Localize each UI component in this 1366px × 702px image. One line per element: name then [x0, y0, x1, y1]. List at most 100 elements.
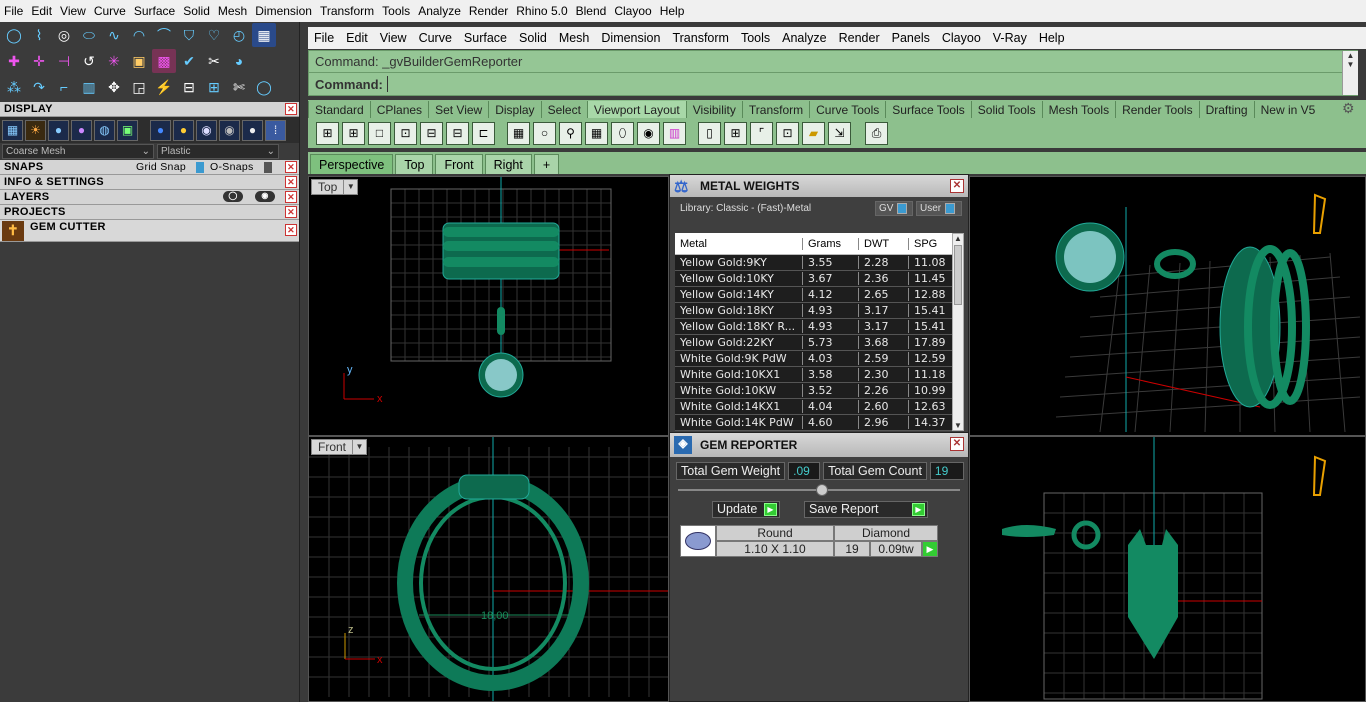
ellipse-icon[interactable]: ⬯	[611, 121, 634, 145]
rhino-menu-file[interactable]: File	[308, 31, 340, 45]
circle-center-icon[interactable]: ◎	[52, 23, 76, 47]
close-icon[interactable]: ✕	[950, 437, 964, 451]
rhino-menu-curve[interactable]: Curve	[413, 31, 458, 45]
perspective-viewport[interactable]	[969, 176, 1366, 436]
menu-file[interactable]: File	[0, 4, 27, 18]
toggle-title-icon[interactable]: ⊏	[472, 121, 495, 145]
tab-visibility[interactable]: Visibility	[685, 101, 742, 118]
tab-display[interactable]: Display	[488, 101, 540, 118]
split-vertical-icon[interactable]: ⊟	[446, 121, 469, 145]
close-icon[interactable]: ✕	[285, 191, 297, 203]
viewport-tab-perspective[interactable]: Perspective	[310, 154, 394, 174]
gem-cutter-section-header[interactable]: ✝ GEM CUTTER ✕	[0, 220, 299, 242]
command-scrollbar[interactable]: ▲ ▼	[1342, 51, 1358, 95]
menu-tools[interactable]: Tools	[378, 4, 414, 18]
single-viewport-icon[interactable]: □	[368, 121, 391, 145]
rotate-icon[interactable]: ↷	[27, 75, 51, 99]
tab-standard[interactable]: Standard	[308, 101, 370, 118]
table-row[interactable]: White Gold:14KX1 4.04 2.60 12.63	[675, 399, 952, 415]
sphere-blue-icon[interactable]: ●	[150, 119, 171, 141]
menu-view[interactable]: View	[56, 4, 90, 18]
table-row[interactable]: Yellow Gold:10KY 3.67 2.36 11.45	[675, 271, 952, 287]
grid-icon[interactable]: ▦	[252, 23, 276, 47]
menu-rhino-5-0[interactable]: Rhino 5.0	[512, 4, 571, 18]
wireframe-icon[interactable]: ▦	[2, 119, 23, 141]
ring-icon[interactable]: ◯	[252, 75, 276, 99]
clock-icon[interactable]: ◴	[227, 23, 251, 47]
four-viewports-icon[interactable]: ⊞	[316, 121, 339, 145]
slider-handle[interactable]	[816, 484, 828, 496]
layout-icon[interactable]: ⊡	[776, 121, 799, 145]
folder-icon[interactable]: ▰	[802, 121, 825, 145]
rhino-menu-clayoo[interactable]: Clayoo	[936, 31, 987, 45]
mirror-icon[interactable]: ⊞	[202, 75, 226, 99]
new-viewport-icon[interactable]: ⊡	[394, 121, 417, 145]
menu-help[interactable]: Help	[656, 4, 689, 18]
curve-icon[interactable]: ∿	[102, 23, 126, 47]
info-section-header[interactable]: INFO & SETTINGS ✕	[0, 175, 299, 190]
menu-clayoo[interactable]: Clayoo	[610, 4, 655, 18]
technical-icon[interactable]: ◍	[94, 119, 115, 141]
tab-drafting[interactable]: Drafting	[1198, 101, 1254, 118]
tab-set-view[interactable]: Set View	[428, 101, 488, 118]
menu-surface[interactable]: Surface	[130, 4, 179, 18]
rhino-menu-view[interactable]: View	[374, 31, 413, 45]
menu-solid[interactable]: Solid	[179, 4, 214, 18]
mesh-grid-icon[interactable]: ▦	[585, 121, 608, 145]
table-row[interactable]: White Gold:10KW 3.52 2.26 10.99	[675, 383, 952, 399]
rhino-menu-surface[interactable]: Surface	[458, 31, 513, 45]
cross-move-icon[interactable]: ✛	[27, 49, 51, 73]
material-select[interactable]: Plastic ⌄	[157, 144, 279, 159]
pattern-icon[interactable]: ▩	[152, 49, 176, 73]
camera-icon[interactable]: ◉	[637, 121, 660, 145]
front-viewport[interactable]: 18,00 z x Front ▼	[308, 436, 669, 702]
split-icon[interactable]: ⊣	[52, 49, 76, 73]
metal-table-scrollbar[interactable]: ▲ ▼	[952, 233, 964, 431]
viewport-tab-front[interactable]: Front	[435, 154, 483, 174]
top-viewport[interactable]: y x Top ▼	[308, 176, 669, 436]
chevron-down-icon[interactable]: ▼	[343, 180, 357, 194]
tab-transform[interactable]: Transform	[741, 101, 809, 118]
close-icon[interactable]: ✕	[950, 179, 964, 193]
viewport-label-front[interactable]: Front ▼	[311, 439, 368, 455]
gv-toggle[interactable]: GV	[875, 201, 913, 216]
print-icon[interactable]: ⎙	[865, 121, 888, 145]
column-header-metal[interactable]: Metal	[675, 237, 803, 250]
arrow-loop-icon[interactable]: ↺	[77, 49, 101, 73]
menu-analyze[interactable]: Analyze	[414, 4, 465, 18]
rhino-menu-panels[interactable]: Panels	[886, 31, 936, 45]
layers-section-header[interactable]: LAYERS ◯ ◉ ✕	[0, 190, 299, 205]
osnaps-toggle[interactable]: O-Snaps	[210, 161, 254, 173]
ghost-icon[interactable]: ☀	[25, 119, 46, 141]
xray-icon[interactable]: ▣	[117, 119, 138, 141]
cut-icon[interactable]: ✄	[227, 75, 251, 99]
viewport-tab-right[interactable]: Right	[484, 154, 532, 174]
scroll-down-icon[interactable]: ▼	[953, 421, 963, 430]
tab-cplanes[interactable]: CPlanes	[369, 101, 428, 118]
table-row[interactable]: Yellow Gold:18KY 4.93 3.17 15.41	[675, 303, 952, 319]
detail-icon[interactable]: ⊞	[724, 121, 747, 145]
rhino-menu-transform[interactable]: Transform	[666, 31, 735, 45]
rhino-menu-edit[interactable]: Edit	[340, 31, 374, 45]
rhino-menu-v-ray[interactable]: V-Ray	[987, 31, 1033, 45]
menu-render[interactable]: Render	[465, 4, 512, 18]
update-button[interactable]: Update ▶	[712, 500, 780, 518]
menu-mesh[interactable]: Mesh	[214, 4, 251, 18]
save-report-button[interactable]: Save Report ▶	[804, 500, 928, 518]
sphere-gold-icon[interactable]: ●	[173, 119, 194, 141]
scissors-icon[interactable]: ✂	[202, 49, 226, 73]
cross-icon[interactable]: ✚	[2, 49, 26, 73]
check-icon[interactable]: ✔	[177, 49, 201, 73]
spray-icon[interactable]: ⚡	[152, 75, 176, 99]
rendered-icon[interactable]: ●	[71, 119, 92, 141]
scroll-up-icon[interactable]: ▲	[953, 234, 963, 243]
crop-icon[interactable]: ⌜	[750, 121, 773, 145]
rhino-menu-mesh[interactable]: Mesh	[553, 31, 596, 45]
table-row[interactable]: White Gold:10KX1 3.58 2.30 11.18	[675, 367, 952, 383]
menu-blend[interactable]: Blend	[572, 4, 611, 18]
mesh-select[interactable]: Coarse Mesh ⌄	[2, 144, 154, 159]
tab-surface-tools[interactable]: Surface Tools	[885, 101, 971, 118]
point-icon[interactable]: ○	[533, 121, 556, 145]
split-horizontal-icon[interactable]: ⊟	[420, 121, 443, 145]
bars-icon[interactable]: ▥	[77, 75, 101, 99]
